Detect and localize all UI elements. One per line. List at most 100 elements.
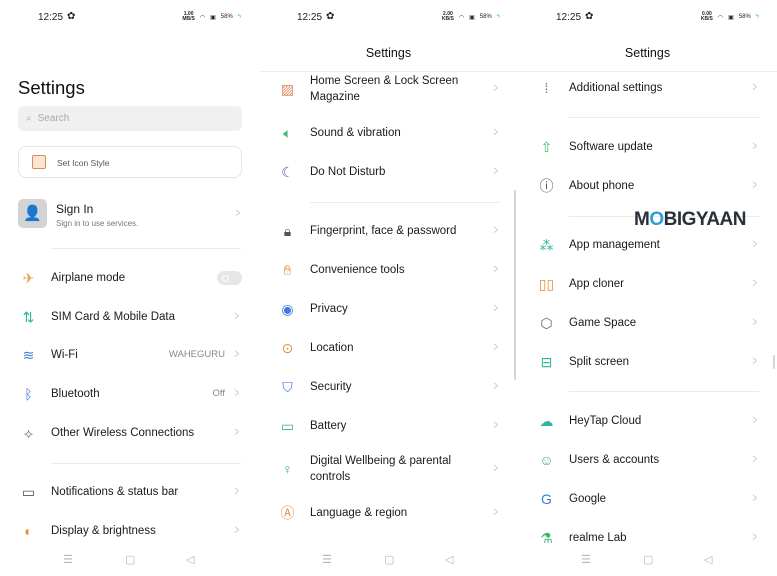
item-label: Security <box>310 381 352 393</box>
settings-item-security[interactable]: ⛉ Security > <box>259 372 518 402</box>
notifications-icon: ▭ <box>21 484 36 500</box>
menu-nav-icon[interactable]: ☰ <box>63 553 73 566</box>
battery-level: 58% <box>738 14 751 20</box>
sign-in-row[interactable]: 👤 Sign In Sign in to use services. > <box>18 199 242 231</box>
settings-item-game-space[interactable]: ⬡ Game Space > <box>518 308 777 338</box>
wifi-icon: ◠ <box>199 14 206 21</box>
clock: 12:25 <box>556 12 582 23</box>
chevron-right-icon: > <box>493 261 499 276</box>
avatar: 👤 <box>18 199 47 228</box>
settings-item-realme-lab[interactable]: ⚗ realme Lab > <box>518 523 777 553</box>
chevron-right-icon: > <box>752 79 758 94</box>
settings-item-home-screen-lock-screen-magazine[interactable]: ▨ Home Screen & Lock Screen Magazine > <box>259 74 518 104</box>
settings-item-split-screen[interactable]: ⊟ Split screen > <box>518 347 777 377</box>
chevron-right-icon: > <box>752 529 758 544</box>
chevron-right-icon: > <box>493 80 499 95</box>
settings-item-privacy[interactable]: ◉ Privacy > <box>259 294 518 324</box>
software-update-icon: ⇧ <box>540 139 553 155</box>
settings-item-wi-fi[interactable]: ≋ Wi-Fi WAHEGURU > <box>0 340 259 370</box>
settings-item-display-brightness[interactable]: ◐ Display & brightness > <box>0 516 259 546</box>
location-icon: ⊙ <box>281 340 294 356</box>
divider <box>569 117 759 118</box>
item-label: Home Screen & Lock Screen Magazine <box>310 75 459 103</box>
item-value: WAHEGURU <box>168 349 225 360</box>
back-nav-icon[interactable]: ◁ <box>445 553 453 566</box>
settings-item-location[interactable]: ⊙ Location > <box>259 333 518 363</box>
item-label: Convenience tools <box>310 264 405 276</box>
item-label: Display & brightness <box>51 525 156 537</box>
settings-item-other-wireless-connections[interactable]: ⟡ Other Wireless Connections > <box>0 418 259 448</box>
item-label: Split screen <box>569 356 630 368</box>
settings-item-app-management[interactable]: ⁂ App management > <box>518 230 777 260</box>
settings-item-airplane-mode[interactable]: ✈ Airplane mode <box>0 263 259 293</box>
page-title: Settings <box>624 46 671 60</box>
home-screen-icon: ▨ <box>280 81 295 97</box>
item-label: Notifications & status bar <box>51 486 179 498</box>
settings-item-users-accounts[interactable]: ☺ Users & accounts > <box>518 445 777 475</box>
user-accounts-icon: ☺ <box>539 452 554 468</box>
chevron-right-icon: > <box>493 378 499 393</box>
chevron-right-icon: > <box>752 275 758 290</box>
scrollbar[interactable] <box>773 355 775 369</box>
security-shield-icon: ⛉ <box>282 379 293 395</box>
settings-item-battery[interactable]: ▭ Battery > <box>259 411 518 441</box>
chevron-right-icon: > <box>493 300 499 315</box>
chevron-right-icon: > <box>493 460 499 475</box>
item-label: Sound & vibration <box>310 127 401 139</box>
status-bar: 12:25 ✿ 0.00 KB/S ◠ ▣ 58% ϟ <box>556 11 759 25</box>
settings-item-notifications-status-bar[interactable]: ▭ Notifications & status bar > <box>0 477 259 507</box>
settings-item-convenience-tools[interactable]: ✋︎ Convenience tools > <box>259 255 518 285</box>
item-label: Users & accounts <box>569 454 660 466</box>
settings-item-bluetooth[interactable]: ᛒ Bluetooth Off > <box>0 379 259 409</box>
menu-nav-icon[interactable]: ☰ <box>581 553 591 566</box>
clock: 12:25 <box>297 12 323 23</box>
item-label: About phone <box>569 180 635 192</box>
chevron-right-icon: > <box>752 490 758 505</box>
sign-in-title: Sign In <box>56 202 94 216</box>
settings-item-digital-wellbeing-parental-controls[interactable]: ♀ Digital Wellbeing & parental controls > <box>259 454 518 484</box>
search-input[interactable]: ⌕ Search <box>18 106 242 131</box>
back-nav-icon[interactable]: ◁ <box>704 553 712 566</box>
back-nav-icon[interactable]: ◁ <box>186 553 194 566</box>
settings-item-sim-card-mobile-data[interactable]: ⇅ SIM Card & Mobile Data > <box>0 302 259 332</box>
menu-nav-icon[interactable]: ☰ <box>322 553 332 566</box>
settings-item-google[interactable]: G Google > <box>518 484 777 514</box>
settings-item-do-not-disturb[interactable]: ☾ Do Not Disturb > <box>259 157 518 187</box>
settings-item-app-cloner[interactable]: ▯▯ App cloner > <box>518 269 777 299</box>
chevron-right-icon: > <box>493 417 499 432</box>
network-speed: 2.00 KB/S <box>441 11 454 22</box>
chevron-right-icon: > <box>234 346 240 361</box>
wifi-icon: ≋ <box>22 347 35 363</box>
set-icon-style-card[interactable]: Set Icon Style <box>18 146 242 178</box>
airplane-mode-toggle[interactable] <box>217 271 242 285</box>
chevron-right-icon: > <box>234 483 240 498</box>
settings-item-heytap-cloud[interactable]: ☁ HeyTap Cloud > <box>518 406 777 436</box>
item-label: Location <box>310 342 354 354</box>
settings-item-fingerprint-face-password[interactable]: 🔒︎ Fingerprint, face & password > <box>259 216 518 246</box>
item-label: Digital Wellbeing & parental controls <box>310 455 452 483</box>
home-nav-icon[interactable]: ▢ <box>384 553 394 566</box>
network-speed: 0.00 KB/S <box>700 11 713 22</box>
page-title: Settings <box>365 46 412 60</box>
settings-item-software-update[interactable]: ⇧ Software update > <box>518 132 777 162</box>
settings-item-about-phone[interactable]: ⓘ About phone > <box>518 171 777 201</box>
header-divider <box>259 71 518 72</box>
home-nav-icon[interactable]: ▢ <box>643 553 653 566</box>
charging-icon: ϟ <box>755 14 759 20</box>
scrollbar[interactable] <box>514 190 516 380</box>
watermark-logo: MOBIGYAAN <box>634 209 746 230</box>
item-label: Bluetooth <box>51 388 100 400</box>
chevron-right-icon: > <box>493 222 499 237</box>
home-nav-icon[interactable]: ▢ <box>125 553 135 566</box>
language-icon: Ⓐ <box>280 505 295 521</box>
item-label: realme Lab <box>569 532 627 544</box>
item-label: Do Not Disturb <box>310 166 386 178</box>
lab-flask-icon: ⚗ <box>540 530 553 546</box>
settings-item-language-region[interactable]: Ⓐ Language & region > <box>259 498 518 528</box>
settings-item-sound-vibration[interactable]: 🔈︎ Sound & vibration > <box>259 118 518 148</box>
item-label: Game Space <box>569 317 637 329</box>
chevron-right-icon: > <box>234 522 240 537</box>
chevron-right-icon: > <box>752 314 758 329</box>
settings-item-additional-settings[interactable]: ⁞ Additional settings > <box>518 73 777 103</box>
page-title: Settings <box>18 77 85 98</box>
